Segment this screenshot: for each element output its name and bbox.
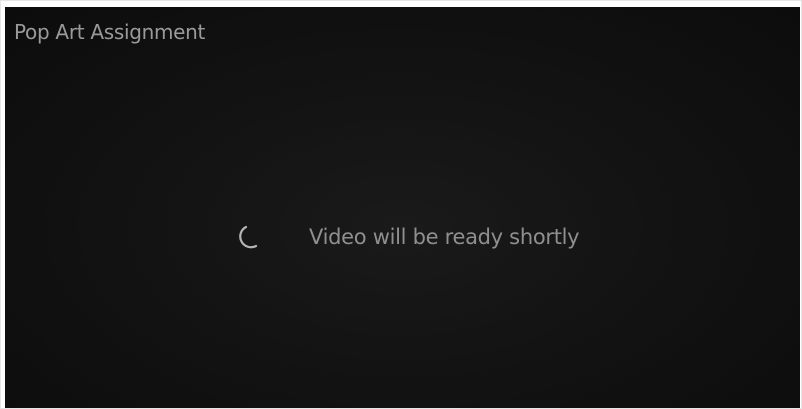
status-message: Video will be ready shortly [309,225,580,249]
video-title: Pop Art Assignment [14,20,206,44]
loading-status: Video will be ready shortly [235,222,580,252]
video-embed-frame: Pop Art Assignment Video will be ready s… [0,0,802,409]
loading-spinner-icon [239,225,258,249]
video-player[interactable]: Pop Art Assignment Video will be ready s… [5,7,800,408]
